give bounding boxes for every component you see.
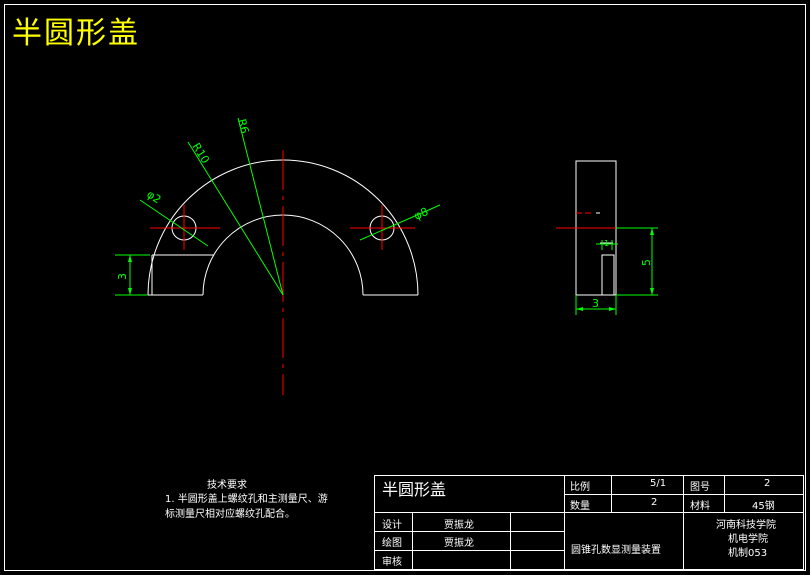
tb-qty-label: 数量 xyxy=(570,501,590,512)
side-dimensions xyxy=(575,227,658,315)
tb-qty-value: 2 xyxy=(651,497,658,508)
dim-r10: R10 xyxy=(189,141,211,166)
w3-arrow-left xyxy=(576,307,583,311)
side-slot xyxy=(601,254,615,296)
dim-small-1: 1 xyxy=(604,239,609,248)
notes-line-1: 1. 半圆形盖上螺纹孔和主测量尺、游 xyxy=(165,494,328,505)
tb-school-2: 机电学院 xyxy=(728,534,768,545)
w3-arrow-right xyxy=(609,307,616,311)
r6-leader xyxy=(237,117,284,296)
dim-h3-left: 3 xyxy=(116,273,129,280)
phi8-leader xyxy=(359,204,441,241)
h3-arrow-top xyxy=(128,255,132,262)
front-dimensions xyxy=(115,117,441,296)
dim-phi8: φ8 xyxy=(412,205,430,223)
h5-arrow-bottom xyxy=(650,288,654,295)
notes-line-2: 标测量尺相对应螺纹孔配合。 xyxy=(165,509,295,520)
phi2-leader xyxy=(139,199,209,247)
tb-drawing-no-value: 2 xyxy=(764,478,771,489)
dim-h5-side: 5 xyxy=(640,259,653,266)
tb-scale-label: 比例 xyxy=(570,482,590,493)
tb-school-1: 河南科技学院 xyxy=(716,520,776,531)
tb-material-label: 材料 xyxy=(690,501,710,512)
drawing-title: 半圆形盖 xyxy=(12,16,140,51)
tb-part-name: 半圆形盖 xyxy=(382,480,447,499)
notes-title: 技术要求 xyxy=(207,480,247,491)
tb-scale-value: 5/1 xyxy=(650,478,667,489)
cad-drawing-sheet: R6 R10 φ2 φ8 3 5 3 1 半圆形盖 技术要求 1. 半圆形盖上螺… xyxy=(0,0,810,575)
tb-design-name: 贾振龙 xyxy=(444,520,474,531)
side-dim-arrows xyxy=(576,228,654,311)
tb-design-label: 设计 xyxy=(382,520,402,531)
tb-drawing-no-label: 图号 xyxy=(690,482,710,493)
h3-arrow-bottom xyxy=(128,288,132,295)
tb-assembly-name: 圆锥孔数显测量装置 xyxy=(571,545,661,556)
dim-r6: R6 xyxy=(235,118,251,135)
tb-review-label: 审核 xyxy=(382,557,402,568)
dim-w3-side: 3 xyxy=(592,297,599,310)
tb-material-value: 45钢 xyxy=(752,501,775,512)
tb-draw-label: 绘图 xyxy=(382,538,402,549)
h5-arrow-top xyxy=(650,228,654,235)
tb-school-3: 机制053 xyxy=(728,548,768,559)
dim-phi2: φ2 xyxy=(144,188,163,207)
front-view xyxy=(147,150,419,395)
tb-draw-name: 贾振龙 xyxy=(444,538,474,549)
